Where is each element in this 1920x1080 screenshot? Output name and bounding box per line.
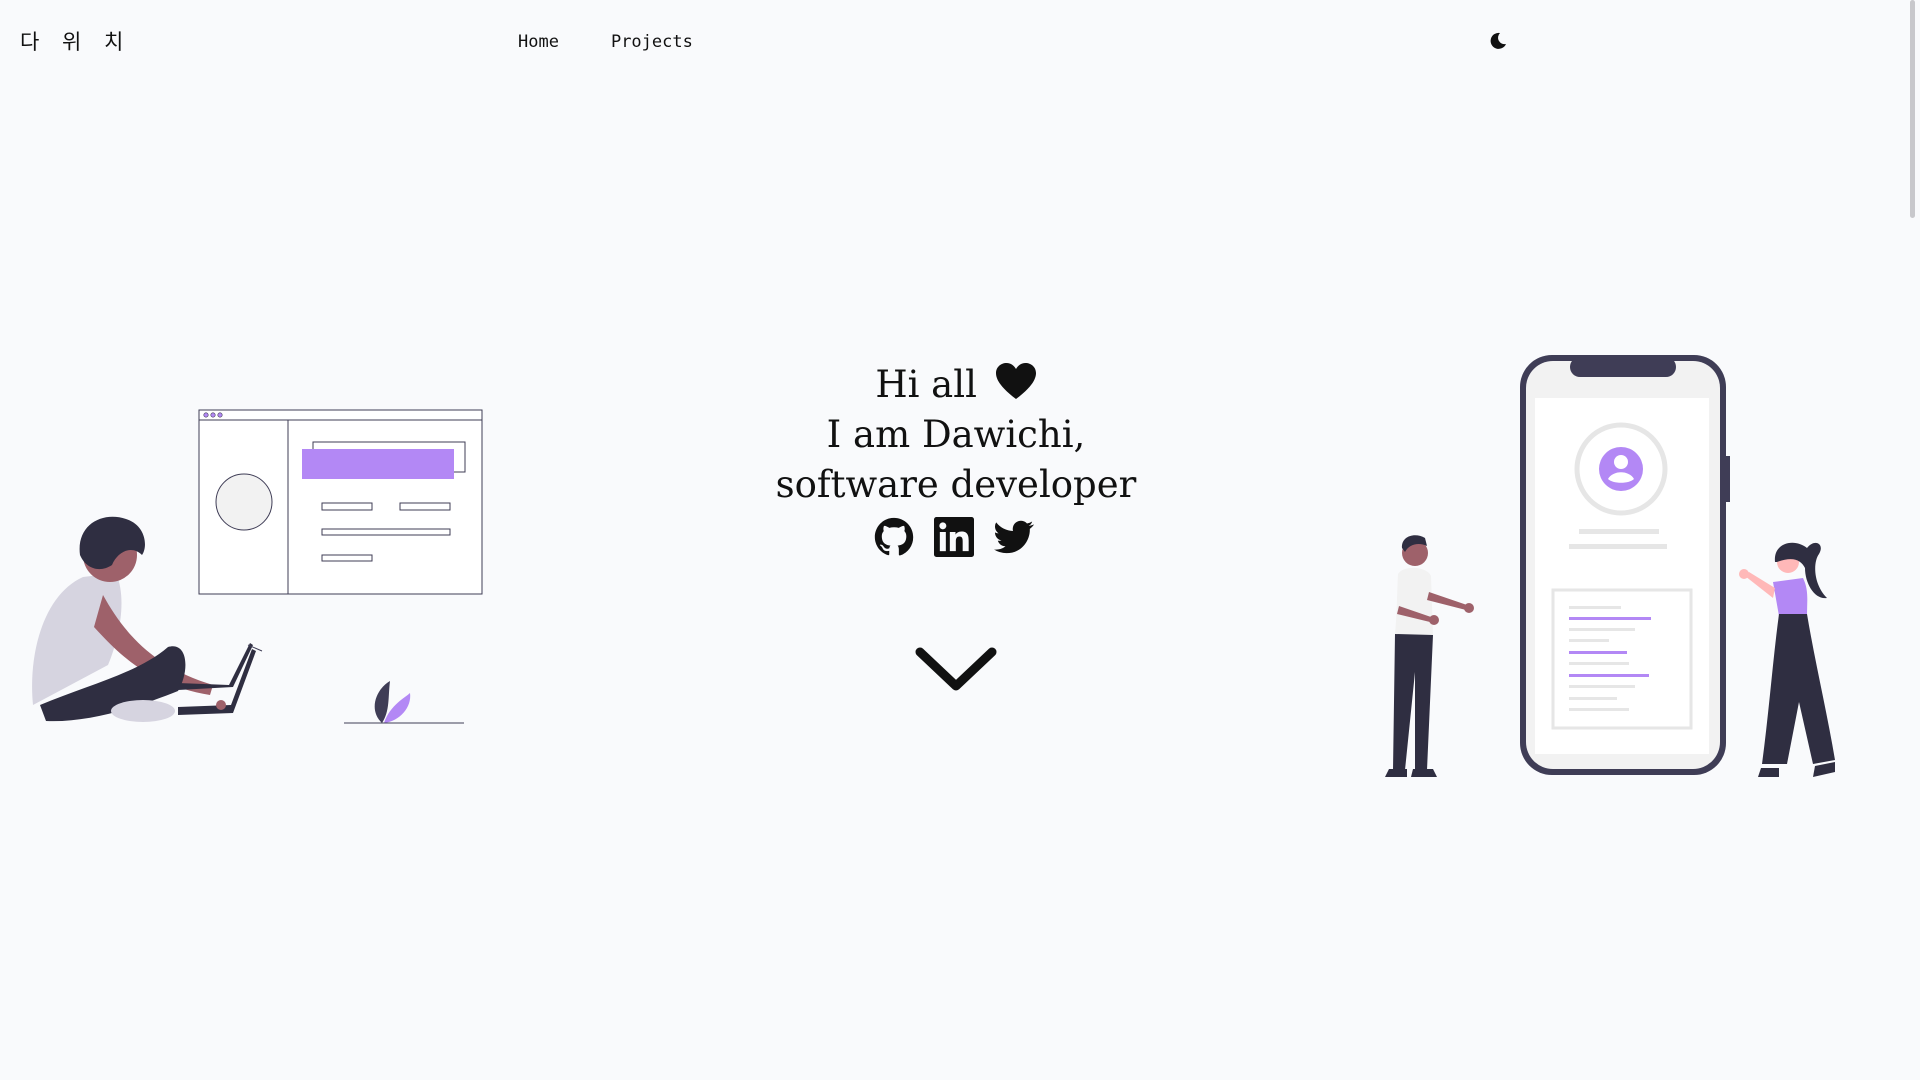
nav-projects-link[interactable]: Projects — [611, 32, 693, 52]
phone-graphic — [1520, 355, 1730, 775]
heart-icon — [995, 363, 1036, 399]
moon-icon[interactable] — [1488, 31, 1508, 51]
mobile-profile-illustration — [1385, 355, 1835, 777]
twitter-icon[interactable] — [994, 516, 1034, 558]
main-nav: Home Projects — [518, 32, 693, 52]
site-logo[interactable]: 다 위 치 — [20, 26, 131, 56]
site-header: 다 위 치 Home Projects — [0, 0, 1905, 80]
woman-graphic — [1739, 542, 1835, 777]
github-icon[interactable] — [874, 516, 914, 558]
hero-line-1: Hi all — [875, 363, 977, 406]
plant-graphic — [344, 681, 464, 724]
nav-home-link[interactable]: Home — [518, 32, 559, 52]
linkedin-icon[interactable] — [934, 516, 974, 558]
social-links — [874, 516, 1034, 558]
man-graphic — [1385, 535, 1474, 777]
scrollbar-thumb[interactable] — [1910, 0, 1915, 218]
page-scrollbar[interactable] — [1905, 0, 1920, 1080]
chevron-down-icon[interactable] — [914, 644, 998, 700]
